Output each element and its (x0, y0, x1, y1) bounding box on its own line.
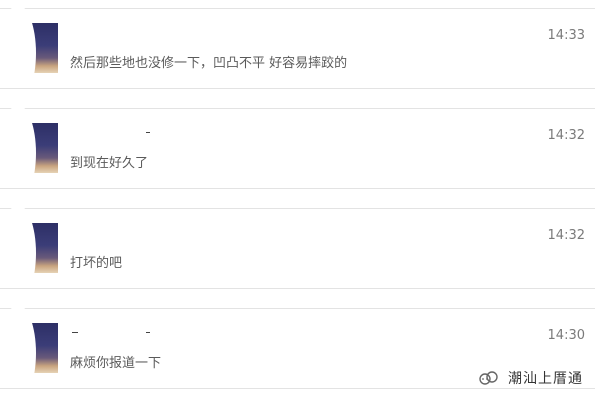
chat-item[interactable]: 然后那些地也没修一下，凹凸不平 好容易摔跤的 14:33 (0, 5, 595, 101)
message-text: 到现在好久了 (70, 156, 149, 171)
chat-item[interactable]: 到现在好久了 14:32 (0, 105, 595, 201)
redaction-mark (146, 332, 150, 333)
message-time: 14:32 (547, 228, 585, 243)
divider (0, 308, 595, 309)
redaction-mark (146, 132, 150, 133)
divider (0, 88, 595, 89)
chat-list: 然后那些地也没修一下，凹凸不平 好容易摔跤的 14:33 到现在好久了 14:3… (0, 0, 595, 402)
privacy-mask (0, 5, 36, 101)
message-text: 然后那些地也没修一下，凹凸不平 好容易摔跤的 (70, 56, 348, 71)
privacy-mask (0, 205, 36, 301)
watermark-text: 潮汕上厝通 (508, 371, 583, 387)
chat-item[interactable]: 打坏的吧 14:32 (0, 205, 595, 301)
divider (0, 108, 595, 109)
divider (0, 288, 595, 289)
divider (0, 388, 595, 389)
divider (0, 8, 595, 9)
privacy-mask (0, 105, 36, 201)
privacy-mask (0, 305, 36, 401)
watermark: 潮汕上厝通 (478, 368, 583, 388)
divider (0, 208, 595, 209)
redaction-mark (72, 332, 78, 333)
message-time: 14:33 (547, 28, 585, 43)
message-text: 麻烦你报道一下 (70, 356, 162, 371)
message-time: 14:32 (547, 128, 585, 143)
wechat-official-account-icon (479, 371, 498, 385)
message-text: 打坏的吧 (70, 256, 123, 271)
message-time: 14:30 (547, 328, 585, 343)
divider (0, 188, 595, 189)
